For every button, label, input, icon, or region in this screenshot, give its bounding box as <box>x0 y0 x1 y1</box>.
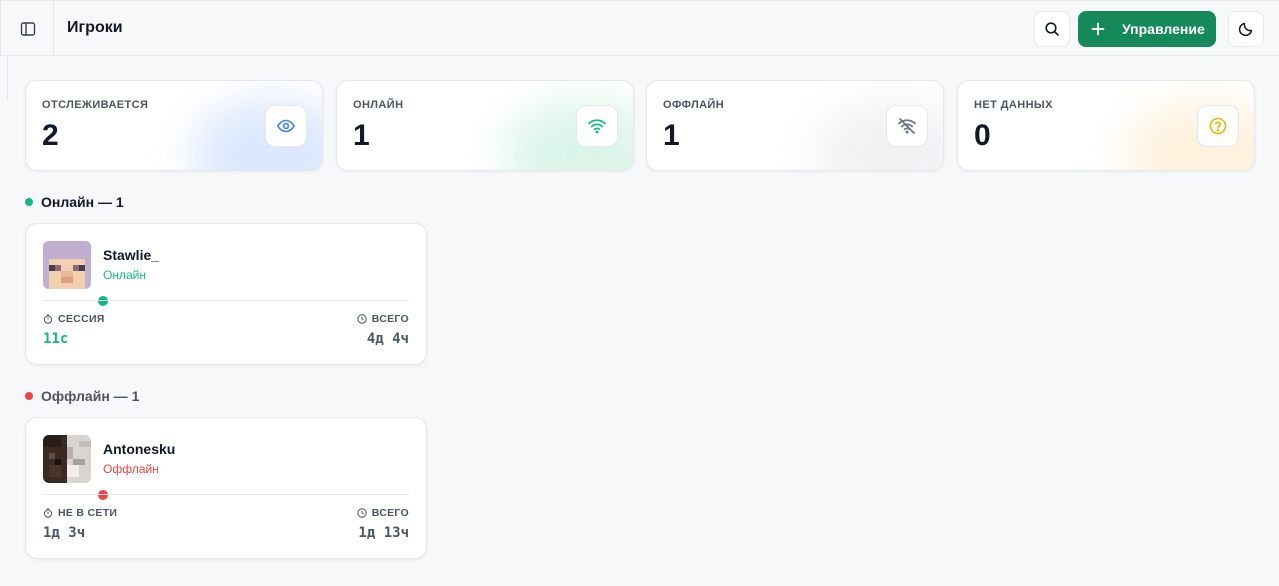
offline-status-dot <box>96 488 110 502</box>
theme-toggle-button[interactable] <box>1228 11 1264 47</box>
online-dot-icon <box>25 198 33 206</box>
player-name: Stawlie_ <box>103 247 160 263</box>
offline-dot-icon <box>25 392 33 400</box>
offline-since-value: 1д 3ч <box>43 525 86 541</box>
header-divider <box>53 1 54 57</box>
stat-value: 1 <box>663 119 680 152</box>
player-status: Оффлайн <box>103 462 159 476</box>
sidebar-toggle-button[interactable] <box>12 13 44 45</box>
section-title-offline: Оффлайн — 1 <box>25 388 139 404</box>
stat-card-tracked: ОТСЛЕЖИВАЕТСЯ 2 <box>25 80 323 171</box>
section-title-text: Оффлайн — 1 <box>41 388 140 404</box>
session-label: СЕССИЯ <box>43 313 105 325</box>
online-status-dot <box>96 294 110 308</box>
left-edge-divider <box>0 56 8 100</box>
card-divider <box>43 494 409 495</box>
total-value: 4д 4ч <box>366 331 409 347</box>
question-circle-icon <box>1197 105 1239 147</box>
clock-icon <box>357 508 367 518</box>
offline-since-label: НЕ В СЕТИ <box>43 507 117 519</box>
top-header: Игроки Управление <box>0 0 1279 57</box>
stat-label: ОФФЛАЙН <box>663 99 725 111</box>
moon-icon <box>1238 21 1254 37</box>
player-status: Онлайн <box>103 268 146 282</box>
manage-button[interactable]: Управление <box>1078 11 1216 47</box>
section-title-text: Онлайн — 1 <box>41 194 124 210</box>
meta-label-text: ВСЕГО <box>371 507 409 519</box>
card-divider <box>43 300 409 301</box>
wifi-off-icon <box>886 105 928 147</box>
avatar <box>43 435 110 502</box>
total-value: 1д 13ч <box>358 525 409 541</box>
meta-label-text: СЕССИЯ <box>58 313 105 325</box>
section-title-online: Онлайн — 1 <box>25 194 124 210</box>
player-name: Antonesku <box>103 441 176 457</box>
page-title: Игроки <box>67 19 123 36</box>
timer-icon <box>43 314 53 324</box>
stat-value: 0 <box>974 119 991 152</box>
meta-label-text: НЕ В СЕТИ <box>58 507 118 519</box>
timer-icon <box>43 508 53 518</box>
manage-button-label: Управление <box>1122 21 1205 37</box>
stat-card-online: ОНЛАЙН 1 <box>336 80 634 171</box>
clock-icon <box>357 314 367 324</box>
player-card[interactable]: Antonesku Оффлайн НЕ В СЕТИ ВСЕГО 1д 3ч … <box>25 417 427 559</box>
plus-icon <box>1090 21 1106 37</box>
search-icon <box>1044 21 1060 37</box>
session-value: 11с <box>43 331 69 347</box>
search-button[interactable] <box>1034 11 1070 47</box>
meta-label-text: ВСЕГО <box>371 313 409 325</box>
stat-value: 2 <box>42 119 59 152</box>
total-label: ВСЕГО <box>357 507 409 519</box>
eye-icon <box>265 105 307 147</box>
stat-label: НЕТ ДАННЫХ <box>974 99 1053 111</box>
player-card[interactable]: Stawlie_ Онлайн СЕССИЯ ВСЕГО 11с 4д 4ч <box>25 223 427 365</box>
stat-value: 1 <box>353 119 370 152</box>
wifi-icon <box>576 105 618 147</box>
stat-card-offline: ОФФЛАЙН 1 <box>646 80 944 171</box>
stat-label: ОНЛАЙН <box>353 99 404 111</box>
stat-card-no-data: НЕТ ДАННЫХ 0 <box>957 80 1255 171</box>
sidebar-panel-icon <box>20 21 36 37</box>
avatar <box>43 241 110 308</box>
total-label: ВСЕГО <box>357 313 409 325</box>
stat-label: ОТСЛЕЖИВАЕТСЯ <box>42 99 149 111</box>
